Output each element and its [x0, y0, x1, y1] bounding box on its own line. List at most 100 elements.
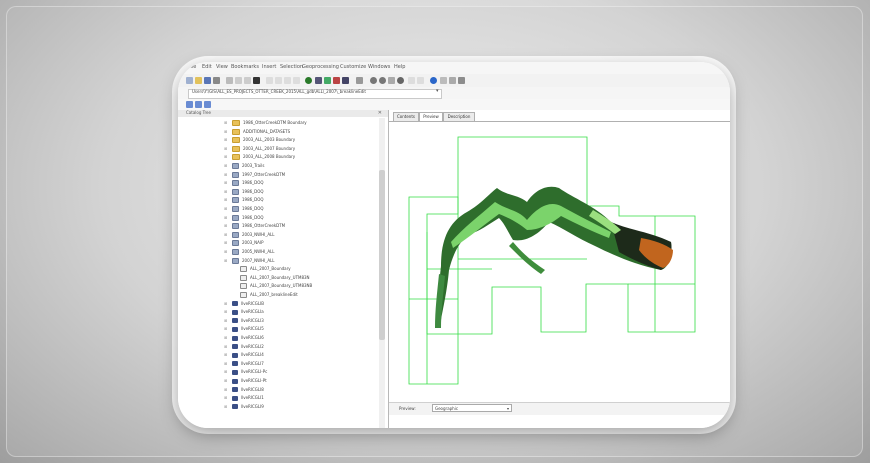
catalog-tree-item[interactable]: ⊞ llveRICGLI4 [224, 351, 264, 358]
find-icon[interactable] [449, 77, 456, 84]
expand-icon[interactable]: ⊞ [224, 214, 227, 221]
menu-bookmarks[interactable]: Bookmarks [231, 64, 259, 70]
undo-icon[interactable] [266, 77, 273, 84]
connect-folder-icon[interactable] [195, 101, 202, 108]
expand-icon[interactable]: ⊞ [224, 308, 227, 315]
catalog-icon[interactable] [356, 77, 363, 84]
chevron-down-icon[interactable]: ▾ [436, 88, 439, 94]
expand-icon[interactable]: ⊞ [224, 239, 227, 246]
catalog-tree-item[interactable]: ⊞ 1986_OtterCreekDTM [224, 222, 285, 230]
catalog-scroll-thumb[interactable] [379, 170, 385, 340]
expand-icon[interactable]: ⊞ [224, 317, 227, 324]
catalog-tree-item[interactable]: ⊞ llveRICGLI-Pc [224, 368, 267, 375]
catalog-tree-item[interactable]: ⊞ llveRICGLI5 [224, 325, 264, 332]
open-icon[interactable] [195, 77, 202, 84]
catalog-tree-item[interactable]: ALL_2007_Boundary_UTM83NB [240, 282, 312, 290]
catalog-tree-item[interactable]: ALL_2007_Boundary [240, 265, 291, 273]
up-folder-icon[interactable] [186, 101, 193, 108]
expand-icon[interactable]: ⊞ [224, 377, 227, 384]
pan-icon[interactable] [388, 77, 395, 84]
catalog-tree-item[interactable]: ⊞ 2005_NWHI_ALL [224, 248, 275, 255]
expand-icon[interactable]: ⊞ [224, 360, 227, 367]
catalog-tree-item[interactable]: ⊞ 1986_DOQ [224, 205, 264, 212]
preview-type-select[interactable]: Geographic ▾ [432, 404, 512, 412]
expand-icon[interactable]: ⊞ [224, 231, 227, 238]
expand-icon[interactable]: ⊞ [224, 334, 227, 341]
identify-icon[interactable] [440, 77, 447, 84]
expand-icon[interactable]: ⊞ [224, 119, 227, 126]
expand-icon[interactable]: ⊞ [224, 343, 227, 350]
catalog-tree-item[interactable]: ⊞ llveRICGLI1 [224, 394, 264, 401]
python-icon[interactable] [333, 77, 340, 84]
save-icon[interactable] [204, 77, 211, 84]
select-icon[interactable] [430, 77, 437, 84]
catalog-tree-item[interactable]: ALL_2007_Boundary_UTM83N [240, 274, 310, 281]
expand-icon[interactable]: ⊞ [224, 145, 227, 152]
zoom-out-icon[interactable] [379, 77, 386, 84]
catalog-tree-item[interactable]: ⊞ 1986_DOQ [224, 188, 264, 195]
menu-windows[interactable]: Windows [368, 64, 390, 70]
catalog-tree-item[interactable]: ⊞ 2003_ALL_2003 Boundary [224, 136, 295, 144]
expand-icon[interactable]: ⊞ [224, 300, 227, 307]
expand-icon[interactable]: ⊞ [224, 351, 227, 358]
expand-icon[interactable]: ⊞ [224, 171, 227, 178]
catalog-tree-item[interactable]: ⊞ llveRICGLIa [224, 308, 264, 315]
catalog-tree-item[interactable]: ⊞ llveRICGLI8 [224, 386, 264, 393]
redo-icon[interactable] [275, 77, 282, 84]
measure-icon[interactable] [458, 77, 465, 84]
expand-icon[interactable]: ⊞ [224, 179, 227, 186]
full-extent-icon[interactable] [397, 77, 404, 84]
search-icon[interactable] [342, 77, 349, 84]
expand-icon[interactable]: ⊞ [224, 386, 227, 393]
menu-customize[interactable]: Customize [340, 64, 366, 70]
expand-icon[interactable]: ⊞ [224, 188, 227, 195]
expand-icon[interactable]: ⊞ [224, 248, 227, 255]
expand-icon[interactable]: ⊞ [224, 136, 227, 143]
catalog-tree-item[interactable]: ⊞ 2003_ALL_2007 Boundary [224, 145, 295, 152]
expand-icon[interactable]: ⊞ [224, 368, 227, 375]
catalog-tree-item[interactable]: ⊞ 2003_NWHI_ALL [224, 231, 275, 238]
menu-help[interactable]: Help [394, 64, 405, 70]
menu-file[interactable]: File [188, 64, 196, 70]
catalog-tree-item[interactable]: ⊞ 2007_NWHI_ALL [224, 257, 275, 264]
close-icon[interactable]: ✕ [378, 110, 382, 116]
add-data-icon[interactable] [284, 77, 291, 84]
catalog-tree-item[interactable]: ⊞ llveRICGLI7 [224, 360, 264, 367]
catalog-tree-item[interactable]: ⊞ 1986_OtterCreekDTM Boundary [224, 119, 307, 126]
catalog-tree-item[interactable]: ⊞ 2003_Trails [224, 162, 264, 169]
menu-geoprocessing[interactable]: Geoprocessing [302, 64, 339, 70]
expand-icon[interactable]: ⊞ [224, 257, 227, 264]
catalog-tree-item[interactable]: ⊞ 2003_ALL_2008 Boundary [224, 153, 295, 161]
catalog-tree-item[interactable]: ⊞ 1986_DOQ [224, 196, 264, 204]
catalog-tree-item[interactable]: ⊞ llveRICGLI9 [224, 403, 264, 410]
expand-icon[interactable]: ⊞ [224, 153, 227, 160]
copy-icon[interactable] [235, 77, 242, 84]
catalog-tree-item[interactable]: ⊞ llveRICGLI3 [224, 317, 264, 324]
catalog-tree-item[interactable]: ⊞ 1986_DOQ [224, 214, 264, 221]
menu-selection[interactable]: Selection [280, 64, 303, 70]
map-preview[interactable] [389, 124, 730, 404]
zoom-in-icon[interactable] [370, 77, 377, 84]
expand-icon[interactable]: ⊞ [224, 325, 227, 332]
print-icon[interactable] [213, 77, 220, 84]
cut-icon[interactable] [226, 77, 233, 84]
catalog-tree-item[interactable]: ⊞ llveRICGLI-Pt [224, 377, 267, 384]
editor-icon[interactable] [305, 77, 312, 84]
catalog-tree-item[interactable]: ⊞ 1986_DOQ [224, 179, 264, 187]
catalog-tree-item[interactable]: ⊞ llveRICGLI2 [224, 343, 264, 350]
refresh-icon[interactable] [204, 101, 211, 108]
menu-edit[interactable]: Edit [202, 64, 212, 70]
catalog-tree-item[interactable]: ⊞ ADDITIONAL_DATASETS [224, 128, 290, 135]
catalog-tree-item[interactable]: ⊞ llveRICGLI6 [224, 334, 264, 341]
expand-icon[interactable]: ⊞ [224, 403, 227, 410]
catalog-tree-item[interactable]: ⊞ 1997_OtterCreekDTM [224, 171, 285, 178]
expand-icon[interactable]: ⊞ [224, 222, 227, 229]
catalog-tree-item[interactable]: ALL_2007_breaklineEdit [240, 291, 298, 298]
back-icon[interactable] [408, 77, 415, 84]
expand-icon[interactable]: ⊞ [224, 394, 227, 401]
table-icon[interactable] [315, 77, 322, 84]
menu-view[interactable]: View [216, 64, 228, 70]
expand-icon[interactable]: ⊞ [224, 162, 227, 169]
paste-icon[interactable] [244, 77, 251, 84]
forward-icon[interactable] [417, 77, 424, 84]
